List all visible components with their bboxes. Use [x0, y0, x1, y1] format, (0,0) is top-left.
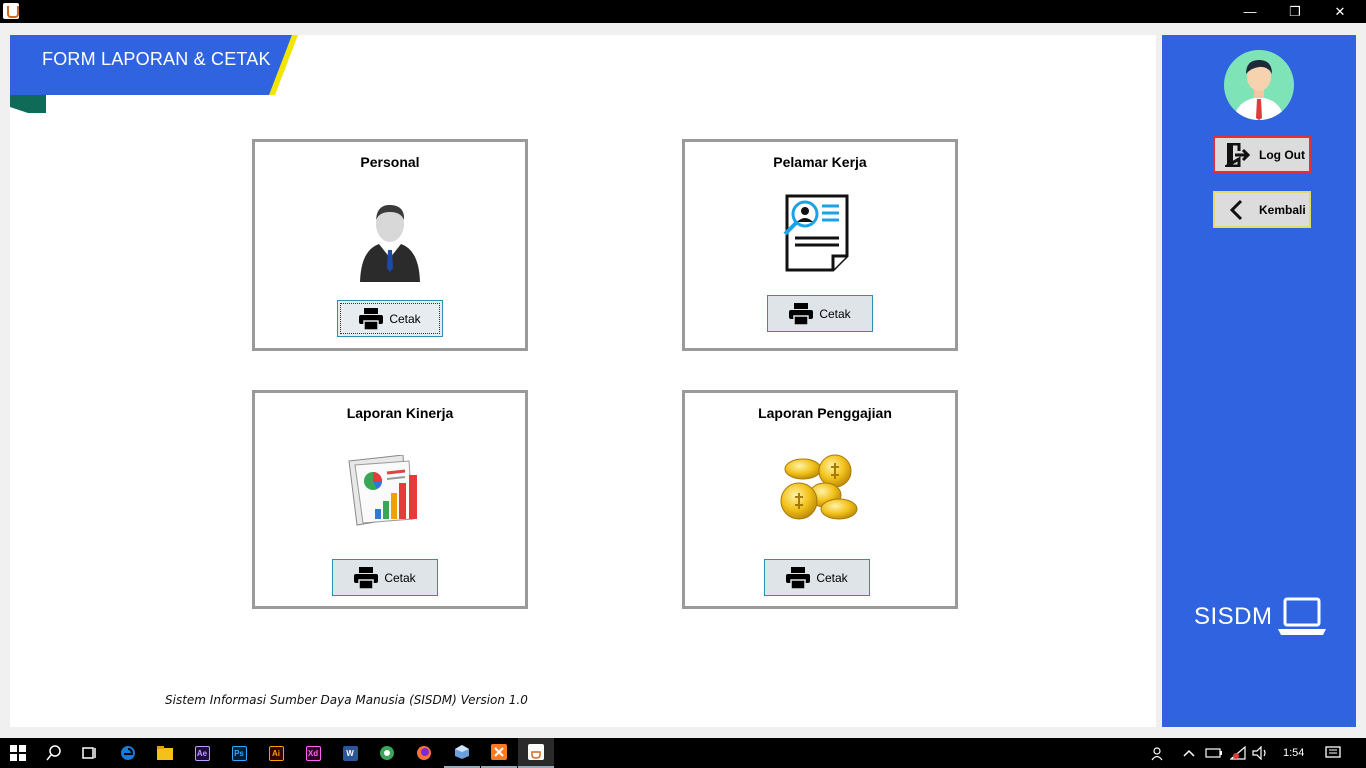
avatar: [1224, 50, 1294, 120]
card-title: Laporan Penggajian: [758, 405, 892, 421]
logout-icon: [1225, 142, 1251, 167]
virtualbox-icon[interactable]: [444, 738, 480, 768]
header-ribbon: [10, 35, 298, 113]
search-icon[interactable]: [36, 738, 72, 768]
file-explorer-icon[interactable]: [147, 738, 183, 768]
back-label: Kembali: [1259, 202, 1306, 217]
illustrator-icon[interactable]: Ai: [258, 738, 294, 768]
task-view-icon[interactable]: [72, 738, 108, 768]
card-title: Pelamar Kerja: [773, 154, 867, 170]
taskbar: Ae Ps Ai Xd W 1:54: [0, 738, 1366, 768]
people-icon[interactable]: [1150, 738, 1166, 768]
java-app-icon: [3, 3, 19, 19]
cetak-kinerja-button[interactable]: Cetak: [332, 559, 438, 596]
photoshop-icon[interactable]: Ps: [221, 738, 257, 768]
chevron-left-icon: [1229, 199, 1243, 220]
java-icon[interactable]: [518, 738, 554, 768]
report-chart-icon: [348, 455, 417, 526]
volume-icon[interactable]: [1252, 738, 1270, 768]
user-avatar-icon: [1234, 60, 1284, 120]
footer-version-text: Sistem Informasi Sumber Daya Manusia (SI…: [165, 693, 528, 707]
printer-icon: [786, 566, 811, 589]
cetak-personal-button[interactable]: Cetak: [337, 300, 443, 337]
close-button[interactable]: ✕: [1317, 0, 1363, 23]
page-title: FORM LAPORAN & CETAK: [42, 49, 271, 69]
cetak-pelamar-button[interactable]: Cetak: [767, 295, 873, 332]
printer-icon: [354, 566, 379, 589]
businessman-icon: [360, 204, 420, 282]
card-title: Laporan Kinerja: [346, 405, 454, 421]
clock[interactable]: 1:54: [1283, 738, 1304, 768]
brand-logo: SISDM: [1194, 597, 1327, 637]
minimize-button[interactable]: —: [1227, 0, 1273, 23]
resume-search-icon: [783, 194, 849, 272]
word-icon[interactable]: W: [332, 738, 368, 768]
maximize-button[interactable]: ❐: [1272, 0, 1318, 23]
firefox-icon[interactable]: [406, 738, 442, 768]
back-button[interactable]: Kembali: [1213, 191, 1311, 228]
battery-icon[interactable]: [1205, 738, 1223, 768]
logout-label: Log Out: [1259, 147, 1305, 162]
notification-icon[interactable]: [1325, 738, 1341, 768]
main-panel: FORM LAPORAN & CETAK Personal Cetak Pela…: [10, 35, 1156, 727]
gold-coins-icon: [780, 454, 858, 520]
after-effects-icon[interactable]: Ae: [184, 738, 220, 768]
printer-icon: [789, 302, 814, 325]
brand-text: SISDM: [1194, 603, 1273, 630]
button-label: Cetak: [819, 306, 851, 321]
printer-icon: [359, 307, 384, 330]
xampp-icon[interactable]: [481, 738, 517, 768]
edge-icon[interactable]: [110, 738, 146, 768]
button-label: Cetak: [389, 311, 421, 326]
app-window: FORM LAPORAN & CETAK Personal Cetak Pela…: [0, 23, 1366, 738]
card-laporan-penggajian: Laporan Penggajian Cetak: [682, 390, 958, 609]
greenfoot-icon[interactable]: [369, 738, 405, 768]
card-laporan-kinerja: Laporan Kinerja Cetak: [252, 390, 528, 609]
button-label: Cetak: [384, 570, 416, 585]
chevron-up-icon[interactable]: [1182, 738, 1196, 768]
sidebar: Log Out Kembali SISDM: [1162, 35, 1356, 727]
card-title: Personal: [360, 154, 420, 170]
xd-icon[interactable]: Xd: [295, 738, 331, 768]
windows-start-icon[interactable]: [0, 738, 36, 768]
card-pelamar-kerja: Pelamar Kerja Cetak: [682, 139, 958, 351]
network-icon[interactable]: [1230, 738, 1248, 768]
title-bar: — ❐ ✕: [0, 0, 1366, 23]
button-label: Cetak: [816, 570, 848, 585]
laptop-icon: [1277, 597, 1326, 635]
cetak-penggajian-button[interactable]: Cetak: [764, 559, 870, 596]
card-personal: Personal Cetak: [252, 139, 528, 351]
logout-button[interactable]: Log Out: [1213, 136, 1311, 173]
